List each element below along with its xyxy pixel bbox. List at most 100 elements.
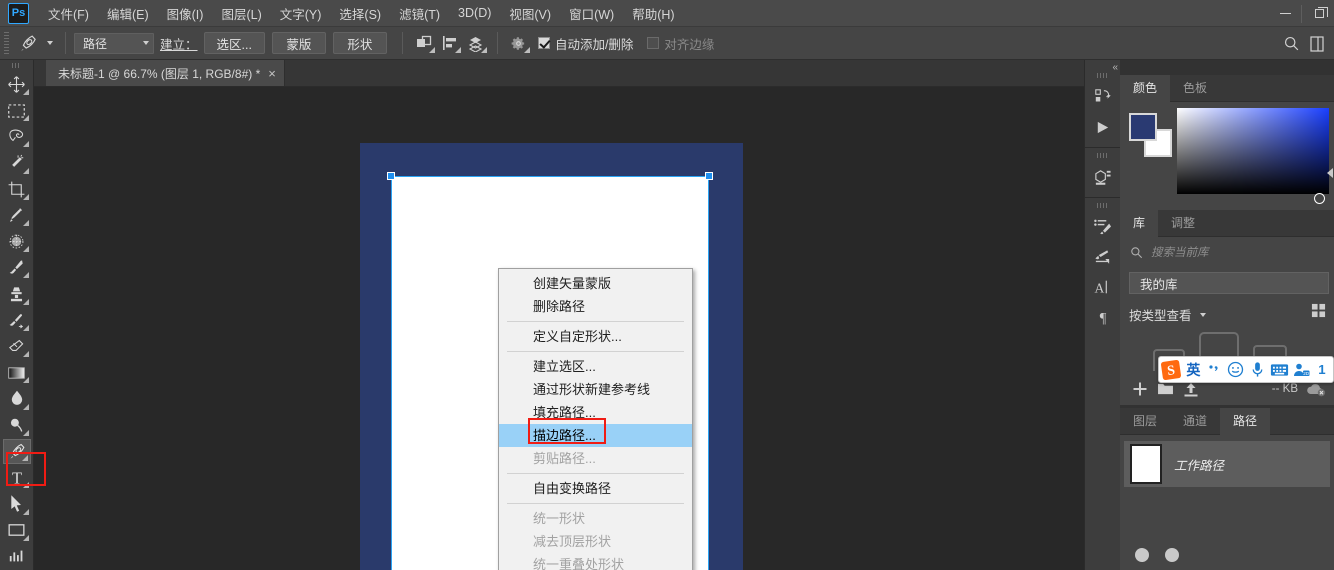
- brush-presets-button[interactable]: [1088, 212, 1118, 242]
- path-arrangement-button[interactable]: [463, 31, 489, 55]
- menu-filter[interactable]: 滤镜(T): [390, 0, 449, 27]
- brush-tool[interactable]: [3, 255, 31, 280]
- tab-color[interactable]: 颜色: [1120, 75, 1171, 102]
- close-icon[interactable]: ×: [268, 67, 276, 80]
- path-selection-tool[interactable]: [3, 491, 31, 516]
- emoji-icon[interactable]: [1225, 357, 1247, 383]
- eraser-tool[interactable]: [3, 334, 31, 359]
- clone-stamp-tool[interactable]: [3, 281, 31, 306]
- menu-item-delete-path[interactable]: 删除路径: [499, 295, 692, 318]
- tab-libraries[interactable]: 库: [1120, 210, 1159, 237]
- grid-view-button[interactable]: [1311, 303, 1326, 323]
- color-picker-field[interactable]: [1177, 108, 1329, 204]
- lasso-tool[interactable]: [3, 124, 31, 149]
- dodge-tool[interactable]: [3, 413, 31, 438]
- user-panel-icon[interactable]: 2D: [1290, 357, 1312, 383]
- 3d-panel-button[interactable]: [1088, 162, 1118, 192]
- tab-paths[interactable]: 路径: [1220, 408, 1271, 435]
- move-tool[interactable]: [3, 72, 31, 97]
- minimize-button[interactable]: [1269, 0, 1301, 27]
- menu-item-fill-path[interactable]: 填充路径...: [499, 401, 692, 424]
- eyedropper-tool[interactable]: [3, 203, 31, 228]
- path-mode-select[interactable]: 路径: [74, 32, 154, 54]
- make-mask-button[interactable]: 蒙版: [271, 32, 326, 54]
- color-swatches[interactable]: [1129, 113, 1173, 157]
- library-view-filter[interactable]: 按类型查看: [1129, 305, 1206, 324]
- tab-swatches[interactable]: 色板: [1170, 75, 1220, 102]
- rectangle-tool[interactable]: [3, 518, 31, 543]
- tab-adjustments[interactable]: 调整: [1158, 210, 1208, 237]
- blur-tool[interactable]: [3, 386, 31, 411]
- history-brush-tool[interactable]: [3, 308, 31, 333]
- rail-grip[interactable]: [1097, 153, 1108, 158]
- sogou-ime-toolbar[interactable]: S 英 2D 1: [1158, 356, 1334, 383]
- menu-file[interactable]: 文件(F): [39, 0, 98, 27]
- restore-button[interactable]: [1302, 0, 1334, 27]
- menu-item-new-guides-from-shape[interactable]: 通过形状新建参考线: [499, 378, 692, 401]
- brush-settings-button[interactable]: [1088, 242, 1118, 272]
- more-tools[interactable]: [3, 544, 31, 569]
- library-search-row[interactable]: 搜索当前库: [1120, 240, 1334, 264]
- auto-add-delete-checkbox[interactable]: 自动添加/删除: [537, 34, 647, 53]
- search-button[interactable]: [1278, 32, 1304, 56]
- menu-item-stroke-path[interactable]: 描边路径...: [499, 424, 692, 447]
- menu-3d[interactable]: 3D(D): [449, 2, 500, 24]
- menu-edit[interactable]: 编辑(E): [98, 0, 158, 27]
- rail-grip[interactable]: [1097, 73, 1108, 78]
- path-anchor-point[interactable]: [387, 172, 395, 180]
- character-panel-button[interactable]: A: [1088, 272, 1118, 302]
- menu-item-create-vector-mask[interactable]: 创建矢量蒙版: [499, 272, 692, 295]
- ime-mode-label[interactable]: 英: [1183, 360, 1203, 380]
- menu-item-free-transform-path[interactable]: 自由变换路径: [499, 477, 692, 500]
- gradient-tool[interactable]: [3, 360, 31, 385]
- path-operations-button[interactable]: [411, 31, 437, 55]
- make-shape-button[interactable]: 形状: [332, 32, 387, 54]
- document-tab[interactable]: 未标题-1 @ 66.7% (图层 1, RGB/8#) * ×: [46, 60, 285, 86]
- menu-layer[interactable]: 图层(L): [212, 0, 270, 27]
- spot-healing-tool[interactable]: [3, 229, 31, 254]
- menu-image[interactable]: 图像(I): [158, 0, 213, 27]
- active-tool-preset[interactable]: [13, 31, 57, 55]
- path-anchor-point[interactable]: [705, 172, 713, 180]
- punctuation-toggle-icon[interactable]: [1203, 357, 1225, 383]
- options-bar-grip[interactable]: [4, 32, 9, 54]
- menu-select[interactable]: 选择(S): [330, 0, 390, 27]
- menu-type[interactable]: 文字(Y): [271, 0, 331, 27]
- sogou-logo-icon[interactable]: S: [1159, 357, 1183, 383]
- more-icon[interactable]: 1: [1311, 357, 1333, 383]
- library-search-input[interactable]: 搜索当前库: [1151, 244, 1209, 260]
- path-alignment-button[interactable]: [437, 31, 463, 55]
- soft-keyboard-icon[interactable]: [1268, 357, 1290, 383]
- pen-tool[interactable]: [2, 438, 31, 465]
- workspace-button[interactable]: [1304, 32, 1330, 56]
- crop-tool[interactable]: [3, 177, 31, 202]
- tools-panel-grip[interactable]: [12, 63, 21, 68]
- make-selection-button[interactable]: 选区...: [203, 32, 265, 54]
- path-list-item[interactable]: 工作路径: [1124, 441, 1330, 487]
- tab-channels[interactable]: 通道: [1170, 408, 1220, 435]
- microphone-icon[interactable]: [1247, 357, 1269, 383]
- library-add-button[interactable]: [1128, 381, 1152, 397]
- marquee-tool[interactable]: [3, 98, 31, 123]
- align-edges-checkbox[interactable]: 对齐边缘: [647, 34, 728, 53]
- stroke-path-button[interactable]: [1164, 547, 1180, 568]
- menu-item-make-selection[interactable]: 建立选区...: [499, 355, 692, 378]
- library-folder-button[interactable]: [1152, 382, 1178, 396]
- menu-item-define-custom-shape[interactable]: 定义自定形状...: [499, 325, 692, 348]
- menu-help[interactable]: 帮助(H): [623, 0, 683, 27]
- fill-path-button[interactable]: [1134, 547, 1150, 568]
- library-select[interactable]: 我的库: [1129, 272, 1329, 294]
- expand-panels-icon[interactable]: «: [1112, 62, 1117, 73]
- paragraph-panel-button[interactable]: ¶: [1088, 302, 1118, 332]
- library-upload-button[interactable]: [1178, 382, 1204, 397]
- actions-panel-button[interactable]: [1088, 112, 1118, 142]
- menu-window[interactable]: 窗口(W): [560, 0, 623, 27]
- tab-layers[interactable]: 图层: [1120, 408, 1170, 435]
- geometry-options-button[interactable]: [506, 31, 532, 55]
- type-tool[interactable]: T: [3, 465, 31, 490]
- foreground-color-swatch[interactable]: [1129, 113, 1157, 141]
- quick-selection-tool[interactable]: [3, 150, 31, 175]
- history-panel-button[interactable]: [1088, 82, 1118, 112]
- rail-grip[interactable]: [1097, 203, 1108, 208]
- menu-view[interactable]: 视图(V): [500, 0, 560, 27]
